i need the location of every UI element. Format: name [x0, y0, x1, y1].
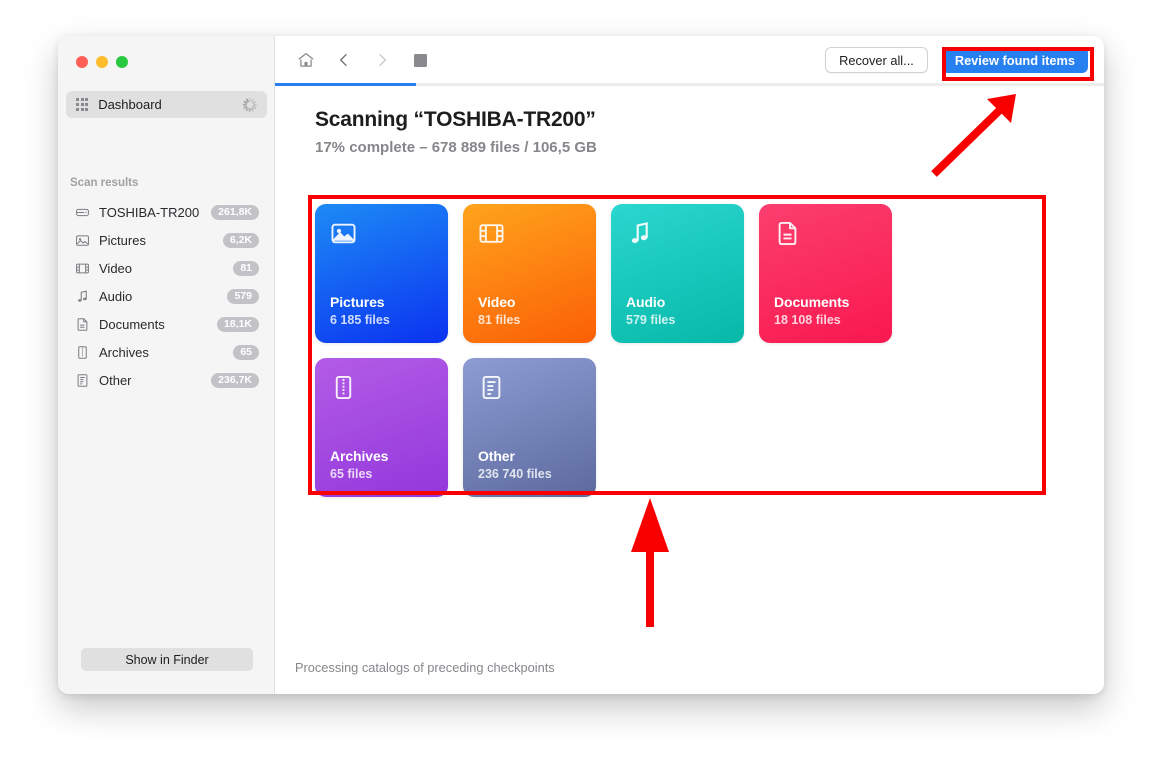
toolbar-nav-icons: [295, 49, 431, 71]
sidebar-item-audio[interactable]: Audio579: [66, 282, 267, 310]
scan-progress-bar: [275, 83, 1104, 86]
tile-count: 81 files: [478, 313, 581, 327]
tile-title: Video: [478, 294, 581, 310]
music-note-icon: [75, 289, 90, 304]
stop-square-icon[interactable]: [409, 49, 431, 71]
main-content: Recover all... Review found items Scanni…: [275, 36, 1104, 694]
sidebar-item-other[interactable]: Other236,7K: [66, 366, 267, 394]
spinner-icon: [243, 98, 257, 112]
sidebar-item-label: Audio: [99, 289, 227, 304]
tile-count: 579 files: [626, 313, 729, 327]
toolbar: Recover all... Review found items: [275, 36, 1104, 84]
sidebar-item-label: TOSHIBA-TR200: [99, 205, 211, 220]
sidebar-item-badge: 579: [227, 289, 259, 304]
tile-title: Audio: [626, 294, 729, 310]
tile-count: 18 108 files: [774, 313, 877, 327]
app-window: Dashboard Scan results TOSHIBA-TR200261,…: [58, 36, 1104, 694]
show-in-finder-button[interactable]: Show in Finder: [81, 648, 253, 671]
tile-spacer: [626, 247, 729, 294]
minimize-window-button[interactable]: [96, 56, 108, 68]
toolbar-actions: Recover all... Review found items: [825, 47, 1088, 73]
tile-archives[interactable]: Archives 65 files: [315, 358, 448, 497]
scan-progress-fill: [275, 83, 416, 86]
tile-other[interactable]: Other 236 740 files: [463, 358, 596, 497]
home-icon[interactable]: [295, 49, 317, 71]
recover-all-button[interactable]: Recover all...: [825, 47, 928, 73]
page-title: Scanning “TOSHIBA-TR200”: [315, 108, 597, 132]
sidebar-item-dashboard[interactable]: Dashboard: [66, 91, 267, 118]
tile-documents[interactable]: Documents 18 108 files: [759, 204, 892, 343]
tile-title: Other: [478, 448, 581, 464]
document-icon: [774, 220, 801, 247]
scan-heading: Scanning “TOSHIBA-TR200” 17% complete – …: [315, 108, 597, 156]
sidebar-item-video[interactable]: Video81: [66, 254, 267, 282]
tile-spacer: [478, 247, 581, 294]
sidebar-item-badge: 236,7K: [211, 373, 259, 388]
tile-pictures[interactable]: Pictures 6 185 files: [315, 204, 448, 343]
scan-subtitle: 17% complete – 678 889 files / 106,5 GB: [315, 139, 597, 156]
sidebar-nav-list: TOSHIBA-TR200261,8KPictures6,2KVideo81Au…: [66, 198, 267, 394]
drive-icon: [75, 205, 90, 220]
tile-title: Documents: [774, 294, 877, 310]
sidebar-item-label: Archives: [99, 345, 233, 360]
tile-count: 65 files: [330, 467, 433, 481]
chevron-right-icon[interactable]: [371, 49, 393, 71]
image-icon: [75, 233, 90, 248]
sidebar-section-title: Scan results: [70, 177, 138, 189]
close-window-button[interactable]: [76, 56, 88, 68]
sidebar-item-pictures[interactable]: Pictures6,2K: [66, 226, 267, 254]
file-lines-icon: [478, 374, 505, 401]
sidebar: Dashboard Scan results TOSHIBA-TR200261,…: [58, 36, 275, 694]
tile-spacer: [774, 247, 877, 294]
film-icon: [75, 261, 90, 276]
film-icon: [478, 220, 505, 247]
document-icon: [75, 317, 90, 332]
tile-spacer: [478, 401, 581, 448]
tile-audio[interactable]: Audio 579 files: [611, 204, 744, 343]
file-lines-icon: [75, 373, 90, 388]
sidebar-item-badge: 81: [233, 261, 259, 276]
music-note-icon: [626, 220, 653, 247]
sidebar-item-badge: 6,2K: [223, 233, 259, 248]
sidebar-item-documents[interactable]: Documents18,1K: [66, 310, 267, 338]
archive-icon: [75, 345, 90, 360]
sidebar-item-badge: 65: [233, 345, 259, 360]
sidebar-item-label: Other: [99, 373, 211, 388]
tile-spacer: [330, 247, 433, 294]
sidebar-item-badge: 18,1K: [217, 317, 259, 332]
screenshot-stage: Dashboard Scan results TOSHIBA-TR200261,…: [0, 0, 1159, 771]
category-tiles: Pictures 6 185 files Video 81 files Audio 579…: [315, 204, 1035, 497]
tile-spacer: [330, 401, 433, 448]
review-found-items-button[interactable]: Review found items: [942, 47, 1088, 73]
archive-icon: [330, 374, 357, 401]
tile-count: 6 185 files: [330, 313, 433, 327]
zoom-window-button[interactable]: [116, 56, 128, 68]
tile-title: Pictures: [330, 294, 433, 310]
sidebar-item-archives[interactable]: Archives65: [66, 338, 267, 366]
window-traffic-lights: [76, 56, 128, 68]
grid-icon: [76, 98, 88, 110]
tile-title: Archives: [330, 448, 433, 464]
chevron-left-icon[interactable]: [333, 49, 355, 71]
tile-video[interactable]: Video 81 files: [463, 204, 596, 343]
sidebar-item-label: Dashboard: [98, 97, 243, 112]
sidebar-item-toshiba-tr200[interactable]: TOSHIBA-TR200261,8K: [66, 198, 267, 226]
image-icon: [330, 220, 357, 247]
sidebar-item-badge: 261,8K: [211, 205, 259, 220]
sidebar-item-label: Pictures: [99, 233, 223, 248]
tile-count: 236 740 files: [478, 467, 581, 481]
status-text: Processing catalogs of preceding checkpo…: [295, 660, 555, 675]
sidebar-item-label: Documents: [99, 317, 217, 332]
sidebar-item-label: Video: [99, 261, 233, 276]
